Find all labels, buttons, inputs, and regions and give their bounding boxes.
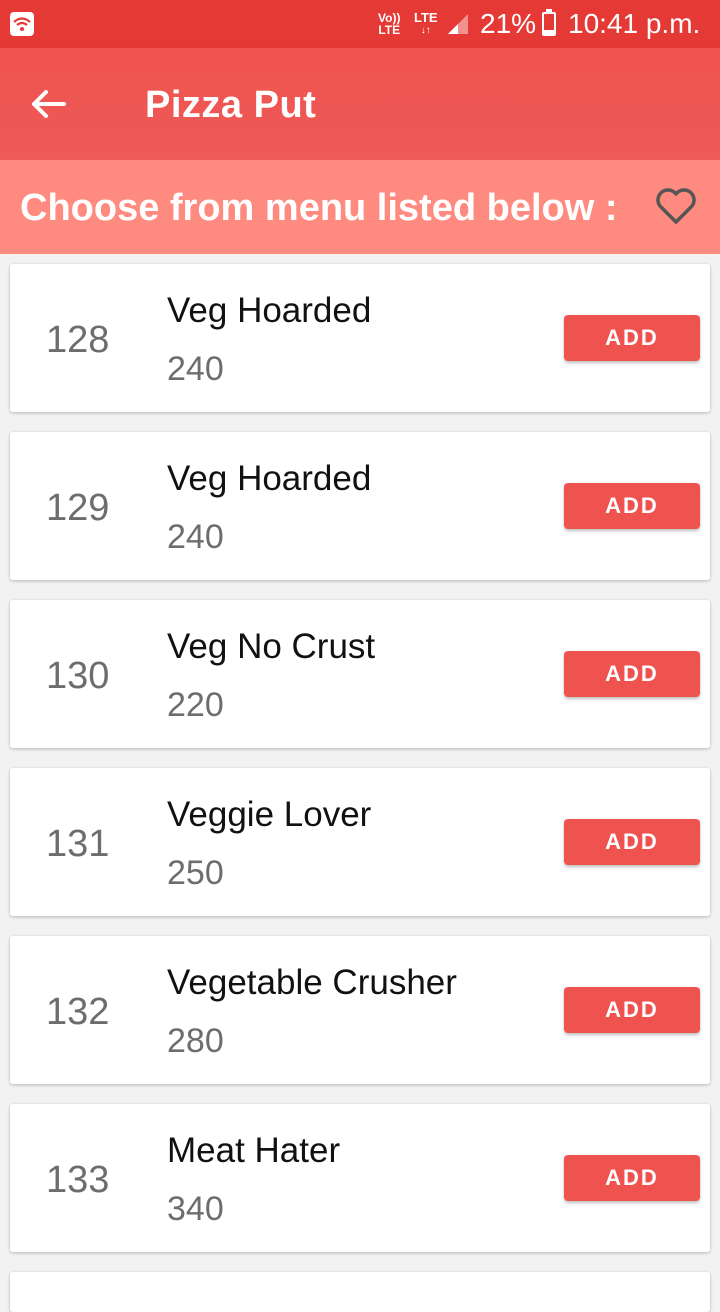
item-price: 240 (167, 350, 224, 388)
item-price: 250 (167, 854, 224, 892)
item-number: 130 (46, 655, 110, 697)
volte-bottom-label: LTE (378, 23, 401, 37)
item-price: 340 (167, 1190, 224, 1228)
item-name: Veggie Lover (167, 795, 372, 834)
menu-item: 128 Veg Hoarded 240 ADD (10, 264, 710, 412)
add-button[interactable]: ADD (564, 987, 700, 1033)
item-price: 240 (167, 518, 224, 556)
menu-item: 132 Vegetable Crusher 280 ADD (10, 936, 710, 1084)
item-name: Vegetable Crusher (167, 963, 457, 1002)
menu-item-partial (10, 1272, 710, 1312)
item-number: 129 (46, 487, 110, 529)
arrow-back-icon[interactable] (26, 84, 70, 124)
menu-item: 130 Veg No Crust 220 ADD (10, 600, 710, 748)
menu-item: 129 Veg Hoarded 240 ADD (10, 432, 710, 580)
item-name: Veg No Crust (167, 627, 376, 666)
item-number: 133 (46, 1159, 110, 1201)
wifi-icon (10, 12, 34, 36)
heart-outline-icon[interactable] (654, 186, 698, 226)
lte-label: LTE (414, 10, 438, 25)
menu-item: 133 Meat Hater 340 ADD (10, 1104, 710, 1252)
item-name: Meat Hater (167, 1131, 341, 1170)
clock: 10:41 p.m. (568, 8, 701, 39)
battery-fill (544, 29, 554, 34)
add-button[interactable]: ADD (564, 819, 700, 865)
add-button[interactable]: ADD (564, 483, 700, 529)
item-name: Veg Hoarded (167, 291, 372, 330)
add-button[interactable]: ADD (564, 1155, 700, 1201)
signal-icon (448, 14, 468, 34)
app-bar: Pizza Put (0, 48, 720, 160)
page-title: Pizza Put (145, 84, 317, 126)
battery-percentage: 21% (480, 8, 537, 39)
add-button[interactable]: ADD (564, 315, 700, 361)
status-bar: Vo)) LTE LTE ↓↑ 21% 10:41 p.m. (0, 0, 720, 48)
item-price: 280 (167, 1022, 224, 1060)
item-number: 128 (46, 319, 110, 361)
item-number: 132 (46, 991, 110, 1033)
lte-arrows-icon: ↓↑ (420, 25, 431, 36)
lte-indicator: LTE ↓↑ (414, 11, 438, 37)
item-name: Veg Hoarded (167, 459, 372, 498)
battery-icon (542, 9, 556, 36)
volte-indicator: Vo)) LTE (378, 12, 400, 36)
item-price: 220 (167, 686, 224, 724)
menu-header: Choose from menu listed below : (0, 160, 720, 254)
item-number: 131 (46, 823, 110, 865)
add-button[interactable]: ADD (564, 651, 700, 697)
menu-header-text: Choose from menu listed below : (20, 187, 618, 229)
menu-item: 131 Veggie Lover 250 ADD (10, 768, 710, 916)
